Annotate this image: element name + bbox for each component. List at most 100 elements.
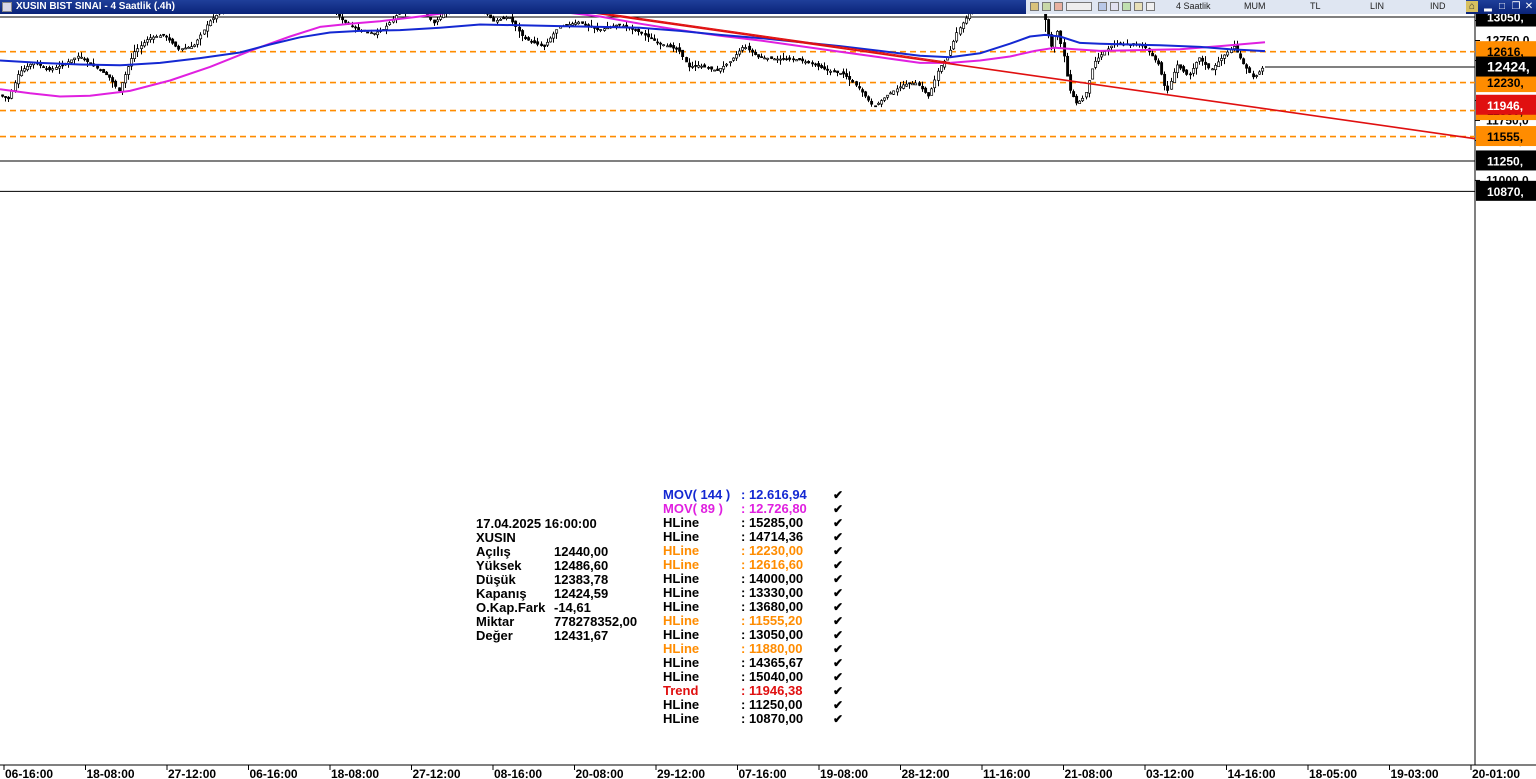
legend-name: HLine [663,515,700,530]
candle-body [546,41,550,46]
checkmark-icon[interactable]: ✔ [833,642,843,656]
candle-body [662,44,666,47]
chart-type-selector[interactable]: MUM [1244,1,1266,11]
candle-body [77,55,81,59]
restore-icon[interactable]: ❐ [1510,1,1522,12]
hline-price-tag: 10870, [1487,185,1524,199]
candle-body [666,45,670,48]
checkmark-icon[interactable]: ✔ [833,572,843,586]
candle-body [820,65,824,69]
candle-body [754,51,758,55]
indicator-icon[interactable] [1054,2,1063,11]
compare-icon[interactable] [1098,2,1107,11]
candle-body [127,66,131,75]
draw-icon[interactable] [1122,2,1131,11]
candle-body [540,43,544,47]
checkmark-icon[interactable]: ✔ [833,670,843,684]
checkmark-icon[interactable]: ✔ [833,600,843,614]
legend-row[interactable]: HLine: 12230,00 ✔ [663,543,853,559]
legend-row[interactable]: HLine: 15040,00 ✔ [663,670,853,685]
checkmark-icon[interactable]: ✔ [833,586,843,600]
checkmark-icon[interactable]: ✔ [833,628,843,642]
candle-body [867,96,871,101]
candle-body [209,20,213,26]
legend-row[interactable]: HLine: 11250,00 ✔ [663,698,853,713]
arrow-icon[interactable] [1146,2,1155,11]
legend-row[interactable]: HLine: 11880,00 ✔ [663,642,853,657]
index-selector[interactable]: IND [1430,1,1446,11]
legend-row[interactable]: HLine: 13680,00 ✔ [663,600,853,615]
legend-name: HLine [663,543,700,558]
checkmark-icon[interactable]: ✔ [833,530,843,544]
legend-row[interactable]: HLine: 14714,36 ✔ [663,529,853,545]
candle-body [136,48,140,53]
candle-body [584,23,588,26]
candle-body [760,56,764,58]
scale-selector[interactable]: LIN [1370,1,1384,11]
candle-body [1176,64,1180,74]
candle-body [637,28,641,32]
candle-body [338,14,342,17]
candle-body [694,65,698,67]
x-tick-label: 11-16:00 [983,767,1031,779]
legend-row[interactable]: HLine: 12616,60 ✔ [663,558,853,573]
legend-row[interactable]: MOV( 144 ): 12.616,94 ✔ [663,488,853,503]
checkmark-icon[interactable]: ✔ [833,656,843,670]
legend-row[interactable]: HLine: 15285,00 ✔ [663,515,853,531]
candle-body [788,57,792,60]
candle-body [552,33,556,39]
candle-body [51,68,55,71]
candle-body [965,17,969,24]
legend-row[interactable]: HLine: 11555,20 ✔ [663,614,853,629]
legend-row[interactable]: HLine: 10870,00 ✔ [663,712,853,727]
candle-body [181,48,185,51]
candle-body [1211,68,1215,71]
legend-value: : 12.726,80 [741,501,807,516]
refresh-icon[interactable] [1042,2,1051,11]
zoom-icon[interactable] [1134,2,1143,11]
legend-row[interactable]: HLine: 13050,00 ✔ [663,628,853,643]
candle-body [10,90,14,99]
candle-body [149,37,153,40]
candle-body [1214,65,1218,71]
legend-row[interactable]: HLine: 14365,67 ✔ [663,656,853,671]
candle-body [58,65,62,69]
x-axis: 06-16:00 18-08:00 27-12:00 06-16:00 18-08:00… [3,765,1520,779]
checkmark-icon[interactable]: ✔ [833,502,843,516]
info-symbol: XUSIN [476,530,516,545]
candle-body [1094,60,1098,68]
open-icon[interactable] [1030,2,1039,11]
template-select[interactable] [1066,2,1092,11]
legend-name: HLine [663,529,700,544]
candle-body [518,26,522,32]
currency-selector[interactable]: TL [1310,1,1321,11]
legend-row[interactable]: MOV( 89 ): 12.726,80 ✔ [663,501,853,517]
candle-body [174,41,178,47]
checkmark-icon[interactable]: ✔ [833,516,843,530]
checkmark-icon[interactable]: ✔ [833,488,843,502]
legend-row[interactable]: HLine: 13330,00 ✔ [663,586,853,601]
candle-body [650,37,654,40]
candle-body [527,37,531,41]
checkmark-icon[interactable]: ✔ [833,614,843,628]
candle-body [89,62,93,65]
checkmark-icon[interactable]: ✔ [833,712,843,726]
x-tick-label: 18-08:00 [87,767,135,779]
checkmark-icon[interactable]: ✔ [833,544,843,558]
maximize-icon[interactable]: □ [1496,1,1508,12]
minimize-icon[interactable]: ▂ [1482,1,1494,12]
grid-icon[interactable] [1110,2,1119,11]
candle-body [634,29,638,31]
period-selector[interactable]: 4 Saatlik [1176,1,1211,11]
checkmark-icon[interactable]: ✔ [833,698,843,712]
app-icon[interactable] [2,2,12,12]
legend-row[interactable]: HLine: 14000,00 ✔ [663,572,853,587]
candle-body [902,84,906,89]
info-change-label: O.Kap.Fark [476,600,546,615]
checkmark-icon[interactable]: ✔ [833,684,843,698]
pin-icon[interactable]: ⌂ [1466,1,1478,12]
legend-row[interactable]: Trend: 11946,38 ✔ [663,684,853,699]
close-icon[interactable]: ✕ [1523,1,1535,12]
checkmark-icon[interactable]: ✔ [833,558,843,572]
candle-body [811,62,815,65]
